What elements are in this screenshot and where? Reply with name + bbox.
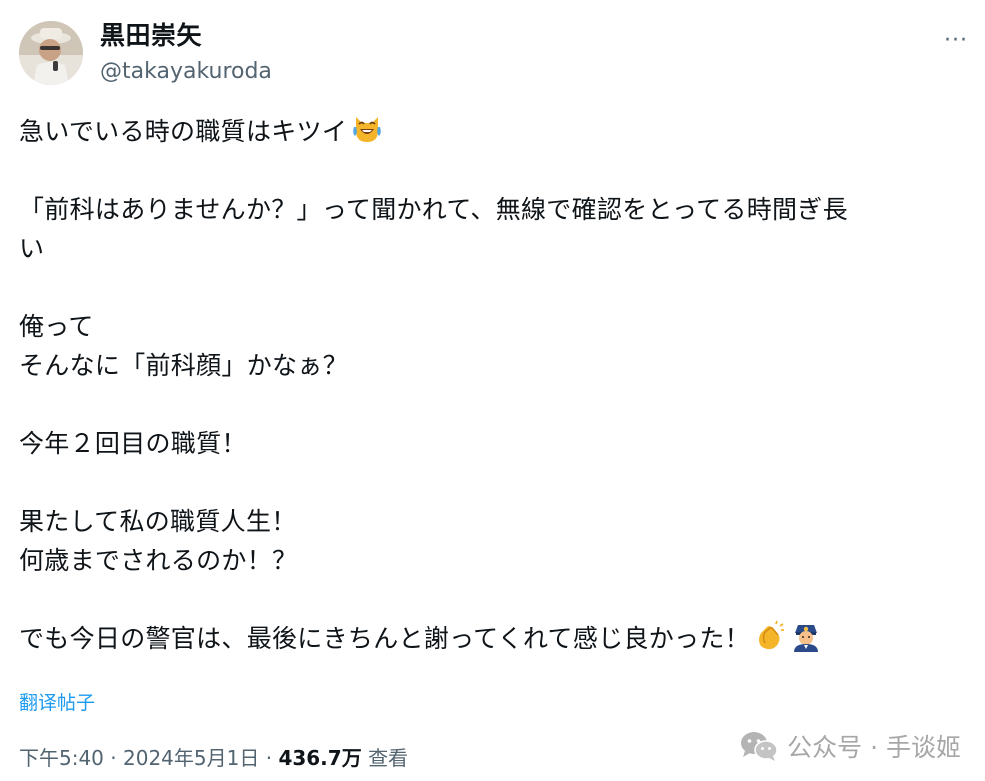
- tweet-line: 今年２回目の職質！: [19, 424, 974, 463]
- avatar[interactable]: [19, 21, 83, 85]
- tweet-paragraph: 「前科はありませんか？」って聞かれて、無線で確認をとってる時間ぎ長い: [19, 190, 974, 268]
- tweet-line: でも今日の警官は、最後にきちんと謝ってくれて感じ良かった！: [19, 619, 974, 658]
- meta-separator: ·: [259, 746, 279, 770]
- display-name[interactable]: 黒田崇矢: [100, 21, 202, 51]
- tweet-line: 急いでいる時の職質はキツイ: [19, 112, 974, 151]
- tweet-line: 「前科はありませんか？」って聞かれて、無線で確認をとってる時間ぎ長: [19, 190, 974, 229]
- tweet-line: 何歳までされるのか！？: [19, 541, 974, 580]
- tweet-paragraph: 果たして私の職質人生！ 何歳までされるのか！？: [19, 502, 974, 580]
- tweet-paragraph: でも今日の警官は、最後にきちんと謝ってくれて感じ良かった！: [19, 619, 974, 658]
- tweet-line: 果たして私の職質人生！: [19, 502, 974, 541]
- tweet-line: 俺って: [19, 307, 974, 346]
- tweet-line-text: そんなに「前科顔」かなぁ？: [19, 351, 348, 380]
- police-officer-emoji: [790, 620, 822, 652]
- post-time[interactable]: 下午5:40: [19, 746, 104, 770]
- more-icon: ···: [944, 28, 968, 53]
- more-options-button[interactable]: ···: [939, 24, 973, 58]
- avatar-image: [19, 21, 83, 85]
- translate-post-link[interactable]: 翻译帖子: [19, 690, 95, 716]
- watermark-text: 公众号 · 手谈姬: [787, 733, 961, 762]
- tweet-paragraph: 俺ってそんなに「前科顔」かなぁ？: [19, 307, 974, 385]
- tweet-paragraph: 今年２回目の職質！: [19, 424, 974, 463]
- tweet-line: そんなに「前科顔」かなぁ？: [19, 346, 974, 385]
- meta-separator: ·: [103, 746, 123, 770]
- tweet-line-text: 急いでいる時の職質はキツイ: [19, 117, 348, 146]
- user-handle[interactable]: @takayakuroda: [100, 58, 272, 86]
- views-count: 436.7万: [278, 746, 362, 770]
- tweet-line-text: でも今日の警官は、最後にきちんと謝ってくれて感じ良かった！: [19, 624, 750, 653]
- tweet-line-text: い: [19, 234, 45, 263]
- wechat-icon: [739, 730, 779, 762]
- tweet-paragraph: 急いでいる時の職質はキツイ: [19, 112, 974, 151]
- tweet-line-text: 今年２回目の職質！: [19, 429, 247, 458]
- views-label: 查看: [368, 746, 409, 770]
- watermark: 公众号 · 手谈姬: [739, 728, 961, 764]
- tweet-line: い: [19, 229, 974, 268]
- tweet-line-text: 「前科はありませんか？」って聞かれて、無線で確認をとってる時間ぎ長: [19, 195, 848, 224]
- tweet-line-text: 俺って: [19, 312, 94, 341]
- tweet-line-text: 果たして私の職質人生！: [19, 507, 297, 536]
- post-date[interactable]: 2024年5月1日: [123, 746, 259, 770]
- tweet-text: 急いでいる時の職質はキツイ「前科はありませんか？」って聞かれて、無線で確認をとっ…: [19, 112, 974, 658]
- tweet-meta: 下午5:40 · 2024年5月1日 · 436.7万 查看: [19, 744, 408, 772]
- crying-laughing-cat-emoji: [351, 113, 383, 145]
- clapping-hands-emoji: [754, 620, 786, 652]
- tweet-line-text: 何歳までされるのか！？: [19, 546, 298, 575]
